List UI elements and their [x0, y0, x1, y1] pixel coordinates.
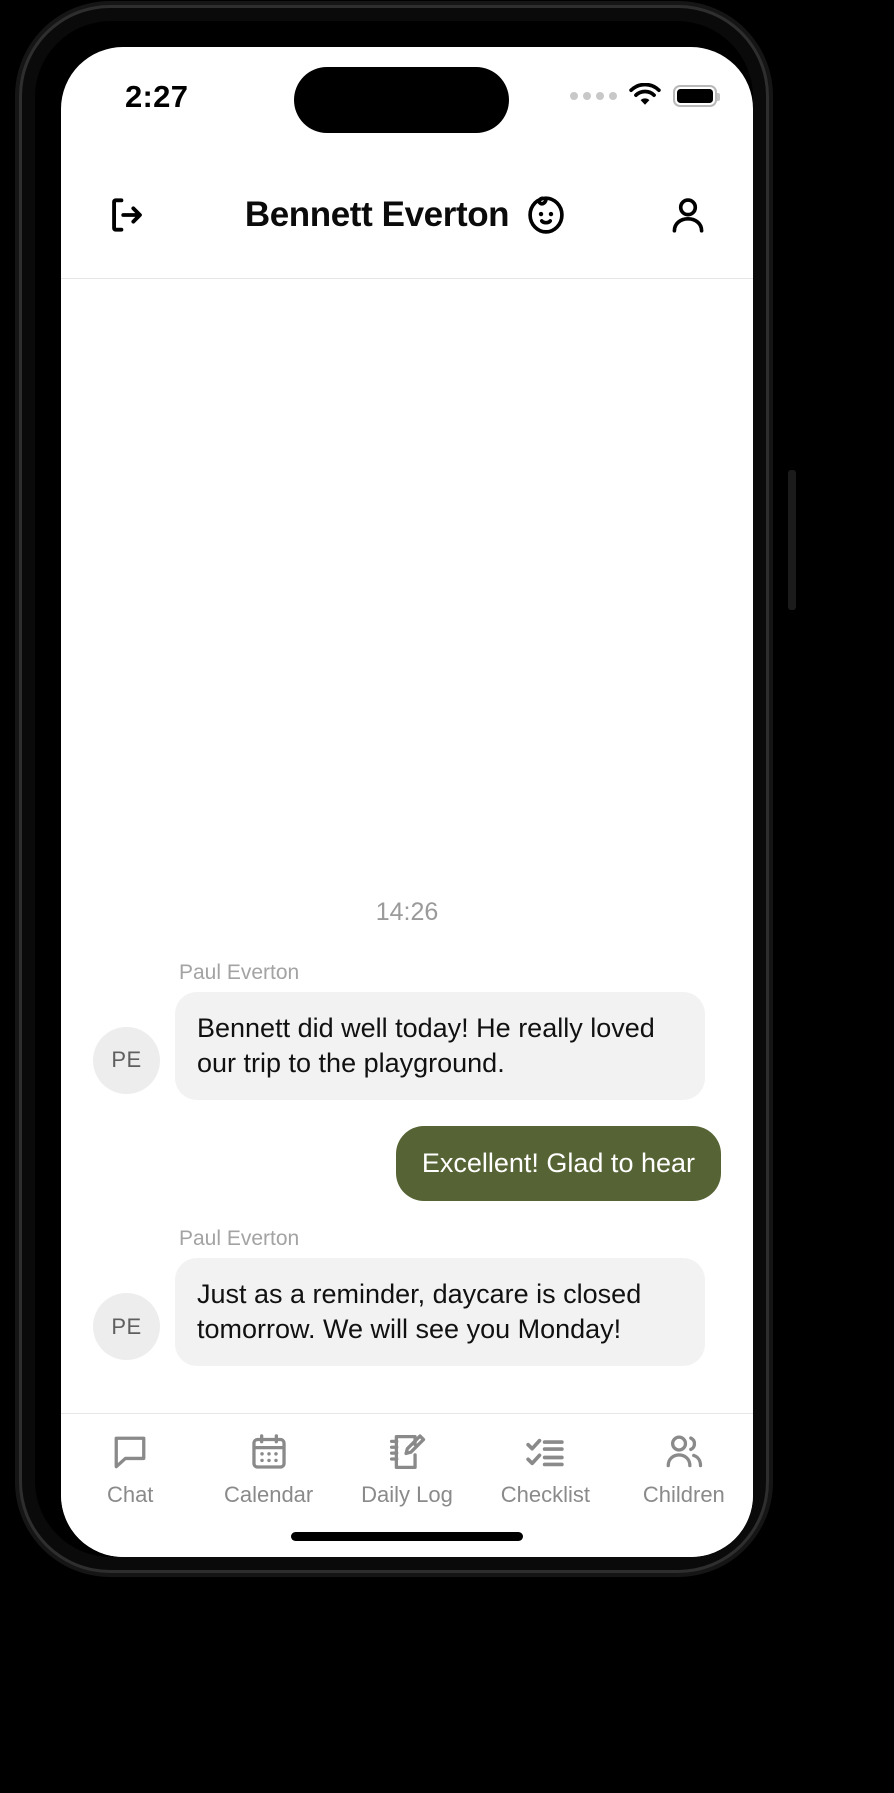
phone-screen: 2:27 Bennett Everton 14:26 PE Paul Evert…	[61, 47, 753, 1557]
phone-device-frame: 2:27 Bennett Everton 14:26 PE Paul Evert…	[22, 8, 796, 1570]
message-bubble[interactable]: Bennett did well today! He really loved …	[175, 991, 705, 1100]
status-bar: 2:27	[61, 47, 753, 151]
message-row-incoming: PE Paul Everton Just as a reminder, dayc…	[61, 1227, 753, 1366]
nav-item-children[interactable]: Children	[615, 1430, 753, 1508]
signal-dots-icon	[570, 92, 617, 100]
message-sender-name: Paul Everton	[179, 1226, 300, 1250]
status-bar-time: 2:27	[125, 79, 189, 114]
header-center-group: Bennett Everton	[61, 192, 753, 238]
chat-bubble-icon	[114, 1436, 146, 1469]
wifi-icon	[629, 83, 661, 105]
notebook-pencil-icon	[389, 1434, 426, 1470]
message-row-outgoing: Excellent! Glad to hear	[61, 1125, 753, 1201]
checklist-icon	[526, 1438, 565, 1467]
nav-item-calendar[interactable]: Calendar	[199, 1430, 337, 1508]
page-title: Bennett Everton	[244, 194, 510, 234]
phone-bezel: 2:27 Bennett Everton 14:26 PE Paul Evert…	[35, 21, 753, 1557]
profile-button[interactable]	[663, 190, 713, 240]
avatar: PE	[93, 1293, 160, 1360]
battery-full-icon	[673, 85, 720, 107]
message-bubble[interactable]: Just as a reminder, daycare is closed to…	[175, 1257, 705, 1366]
avatar: PE	[93, 1026, 160, 1094]
chat-timestamp: 14:26	[375, 897, 439, 926]
nav-label: Chat	[106, 1482, 154, 1507]
calendar-icon	[251, 1434, 286, 1469]
dynamic-island	[294, 67, 509, 133]
message-row-incoming: PE Paul Everton Bennett did well today! …	[61, 961, 753, 1100]
nav-label: Children	[642, 1482, 725, 1507]
app-header: Bennett Everton	[61, 151, 753, 279]
nav-label: Daily Log	[361, 1482, 453, 1507]
home-indicator[interactable]	[291, 1532, 523, 1541]
power-button[interactable]	[788, 470, 796, 610]
nav-item-chat[interactable]: Chat	[61, 1430, 199, 1508]
message-bubble[interactable]: Excellent! Glad to hear	[395, 1125, 721, 1201]
nav-item-daily-log[interactable]: Daily Log	[338, 1430, 476, 1508]
message-sender-name: Paul Everton	[179, 960, 300, 984]
status-bar-indicators	[570, 83, 720, 109]
person-icon	[672, 197, 704, 233]
nav-label: Checklist	[500, 1482, 591, 1507]
people-icon	[666, 1435, 702, 1468]
nav-label: Calendar	[223, 1482, 314, 1507]
chat-message-list[interactable]: 14:26 PE Paul Everton Bennett did well t…	[61, 280, 753, 1400]
nav-item-checklist[interactable]: Checklist	[476, 1430, 614, 1508]
baby-face-icon[interactable]	[523, 192, 569, 238]
